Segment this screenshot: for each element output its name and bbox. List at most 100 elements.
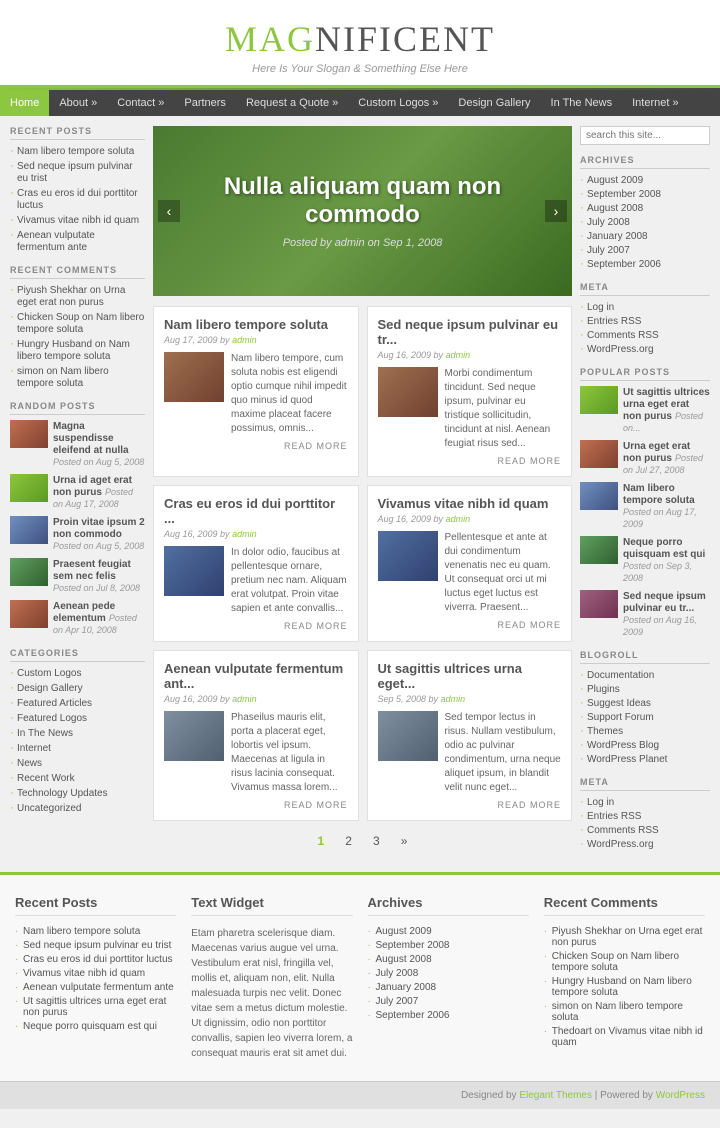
footer-archive-link[interactable]: September 2006 [376,1010,450,1021]
category-link[interactable]: News [17,758,42,769]
random-post-link[interactable]: Proin vitae ipsum 2 non commodo [53,517,145,540]
category-link[interactable]: Recent Work [17,773,75,784]
slider-prev-button[interactable]: ‹ [158,200,180,222]
footer-archive-link[interactable]: January 2008 [376,982,437,993]
random-post-link[interactable]: Praesent feugiat sem nec felis [53,559,131,582]
footer-post-link[interactable]: Nam libero tempore soluta [23,926,140,937]
read-more-link[interactable]: READ MORE [164,621,348,631]
footer-post-link[interactable]: Cras eu eros id dui porttitor luctus [23,954,173,965]
blogroll-link[interactable]: Themes [587,726,623,737]
random-post-link[interactable]: Magna suspendisse eleifend at nulla [53,421,129,456]
meta2-link[interactable]: Entries RSS [587,811,641,822]
footer-archive-link[interactable]: July 2007 [376,996,419,1007]
recent-post-link[interactable]: Sed neque ipsum pulvinar eu trist [17,161,133,184]
category-link[interactable]: Featured Articles [17,698,92,709]
archive-link[interactable]: July 2007 [587,245,630,256]
meta2-link[interactable]: WordPress.org [587,839,654,850]
popular-post-link[interactable]: Sed neque ipsum pulvinar eu tr... [623,591,706,614]
footer-comment-link[interactable]: Chicken Soup on Nam libero tempore solut… [552,951,679,973]
footer-comment-link[interactable]: Piyush Shekhar on Urna eget erat non pur… [552,926,703,948]
comment-link[interactable]: Piyush Shekhar on Urna eget erat non pur… [17,285,125,308]
meta2-link[interactable]: Comments RSS [587,825,659,836]
post-author-link[interactable]: admin [446,514,471,524]
archive-link[interactable]: September 2008 [587,189,661,200]
post-author-link[interactable]: admin [232,335,257,345]
archive-link[interactable]: August 2009 [587,175,643,186]
nav-contact[interactable]: Contact » [107,90,174,116]
search-input[interactable] [580,126,710,145]
post-author-link[interactable]: admin [441,694,466,704]
comment-link[interactable]: Chicken Soup on Nam libero tempore solut… [17,312,144,335]
popular-post-link[interactable]: Neque porro quisquam est qui [623,537,705,560]
blogroll-link[interactable]: WordPress Planet [587,754,667,765]
post-title-link[interactable]: Vivamus vitae nibh id quam [378,496,549,511]
random-post-link[interactable]: Aenean pede elementum [53,601,115,624]
nav-gallery[interactable]: Design Gallery [448,90,540,116]
footer-archive-link[interactable]: August 2008 [376,954,432,965]
recent-post-link[interactable]: Vivamus vitae nibh id quam [17,215,139,226]
post-author-link[interactable]: admin [232,694,257,704]
pagination-next[interactable]: » [394,831,415,851]
pagination-page-1[interactable]: 1 [311,831,332,851]
footer-post-link[interactable]: Ut sagittis ultrices urna eget erat non … [23,996,166,1018]
footer-comment-link[interactable]: simon on Nam libero tempore soluta [552,1001,683,1023]
meta-link[interactable]: WordPress.org [587,344,654,355]
footer-archive-link[interactable]: September 2008 [376,940,450,951]
nav-partners[interactable]: Partners [174,90,236,116]
blogroll-link[interactable]: Plugins [587,684,620,695]
read-more-link[interactable]: READ MORE [378,800,562,810]
category-link[interactable]: In The News [17,728,73,739]
archive-link[interactable]: September 2006 [587,259,661,270]
footer-archive-link[interactable]: July 2008 [376,968,419,979]
footer-archive-link[interactable]: August 2009 [376,926,432,937]
category-link[interactable]: Internet [17,743,51,754]
category-link[interactable]: Featured Logos [17,713,87,724]
post-title-link[interactable]: Cras eu eros id dui porttitor ... [164,496,335,526]
archive-link[interactable]: January 2008 [587,231,648,242]
pagination-page-3[interactable]: 3 [366,831,387,851]
comment-link[interactable]: simon on Nam libero tempore soluta [17,366,109,389]
category-link[interactable]: Custom Logos [17,668,81,679]
read-more-link[interactable]: READ MORE [164,800,348,810]
nav-home[interactable]: Home [0,90,49,116]
footer-wordpress-link[interactable]: WordPress [656,1090,705,1101]
post-title-link[interactable]: Aenean vulputate fermentum ant... [164,661,343,691]
meta-link[interactable]: Log in [587,302,614,313]
footer-post-link[interactable]: Sed neque ipsum pulvinar eu trist [23,940,171,951]
category-link[interactable]: Design Gallery [17,683,83,694]
recent-post-link[interactable]: Aenean vulputate fermentum ante [17,230,95,253]
footer-elegant-themes-link[interactable]: Elegant Themes [519,1090,592,1101]
nav-about[interactable]: About » [49,90,107,116]
footer-post-link[interactable]: Vivamus vitae nibh id quam [23,968,145,979]
blogroll-link[interactable]: Support Forum [587,712,654,723]
footer-comment-link[interactable]: Hungry Husband on Nam libero tempore sol… [552,976,692,998]
footer-post-link[interactable]: Neque porro quisquam est qui [23,1021,157,1032]
nav-logos[interactable]: Custom Logos » [348,90,448,116]
recent-post-link[interactable]: Cras eu eros id dui porttitor luctus [17,188,138,211]
meta-link[interactable]: Entries RSS [587,316,641,327]
archive-link[interactable]: July 2008 [587,217,630,228]
post-title-link[interactable]: Ut sagittis ultrices urna eget... [378,661,522,691]
read-more-link[interactable]: READ MORE [164,441,348,451]
category-link[interactable]: Technology Updates [17,788,108,799]
comment-link[interactable]: Hungry Husband on Nam libero tempore sol… [17,339,130,362]
blogroll-link[interactable]: Suggest Ideas [587,698,651,709]
pagination-page-2[interactable]: 2 [338,831,359,851]
meta-link[interactable]: Comments RSS [587,330,659,341]
post-title-link[interactable]: Sed neque ipsum pulvinar eu tr... [378,317,559,347]
popular-post-link[interactable]: Nam libero tempore soluta [623,483,695,506]
archive-link[interactable]: August 2008 [587,203,643,214]
post-author-link[interactable]: admin [232,529,257,539]
meta2-link[interactable]: Log in [587,797,614,808]
read-more-link[interactable]: READ MORE [378,456,562,466]
nav-request[interactable]: Request a Quote » [236,90,348,116]
slider-next-button[interactable]: › [545,200,567,222]
post-title-link[interactable]: Nam libero tempore soluta [164,317,328,332]
footer-comment-link[interactable]: Thedoart on Vivamus vitae nibh id quam [552,1026,703,1048]
post-author-link[interactable]: admin [446,350,471,360]
recent-post-link[interactable]: Nam libero tempore soluta [17,146,134,157]
category-link[interactable]: Uncategorized [17,803,81,814]
nav-internet[interactable]: Internet » [622,90,688,116]
blogroll-link[interactable]: Documentation [587,670,654,681]
read-more-link[interactable]: READ MORE [378,620,562,630]
